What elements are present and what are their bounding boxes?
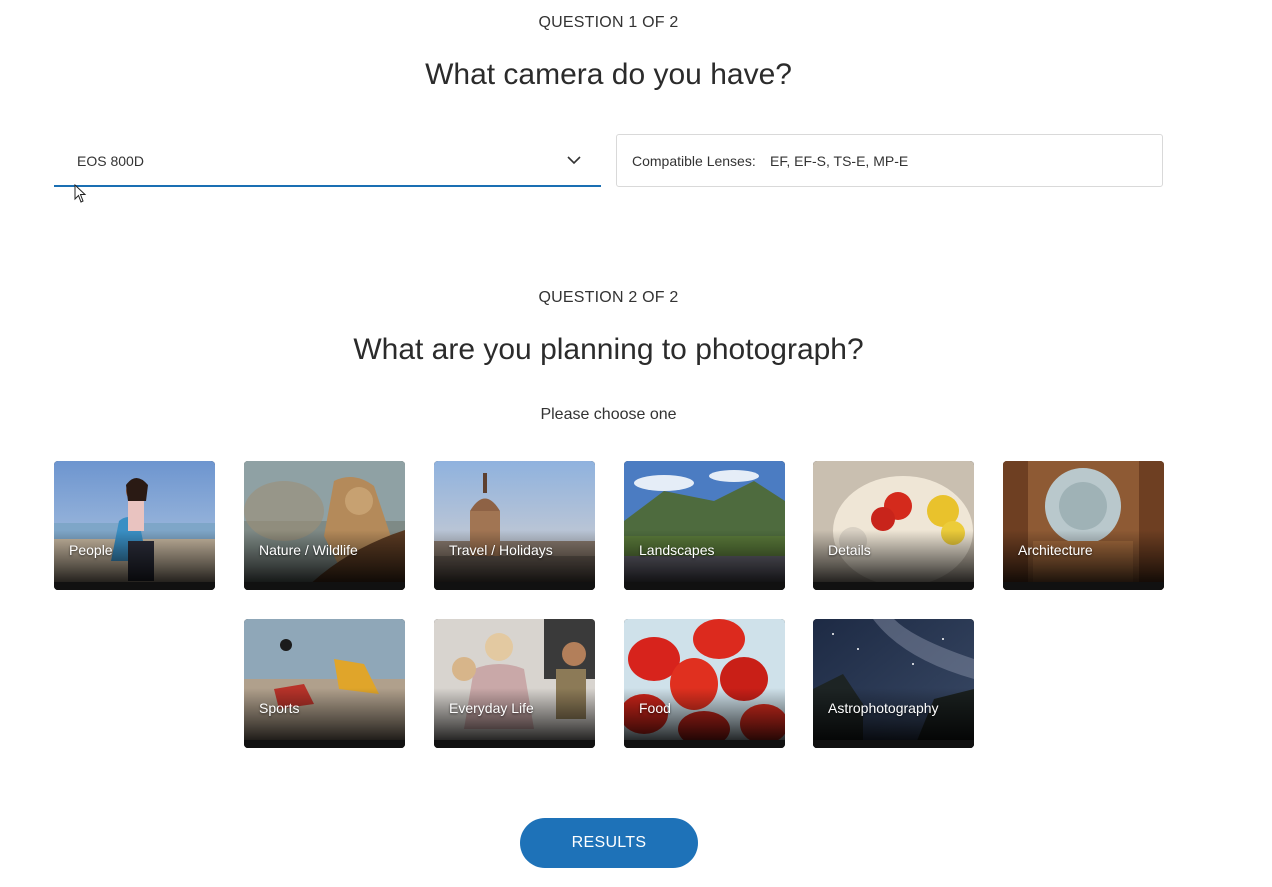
tile-shade xyxy=(813,530,974,590)
compatible-lenses-value: EF, EF-S, TS-E, MP-E xyxy=(770,153,909,169)
tile-footer-bar xyxy=(244,582,405,590)
category-tile-landscapes[interactable]: Landscapes xyxy=(624,461,785,590)
question-2-title: What are you planning to photograph? xyxy=(353,333,864,366)
camera-select[interactable]: EOS 800D xyxy=(54,135,601,187)
category-label: Nature / Wildlife xyxy=(259,542,358,558)
tile-footer-bar xyxy=(434,740,595,748)
tile-footer-bar xyxy=(624,582,785,590)
tile-shade xyxy=(434,530,595,590)
tile-footer-bar xyxy=(434,582,595,590)
tile-footer-bar xyxy=(54,582,215,590)
tile-shade xyxy=(624,688,785,748)
category-label: Details xyxy=(828,542,871,558)
tile-shade xyxy=(54,530,215,590)
category-tile-astrophotography[interactable]: Astrophotography xyxy=(813,619,974,748)
mouse-cursor-icon xyxy=(74,184,87,203)
question-2-eyebrow: QUESTION 2 OF 2 xyxy=(538,289,679,306)
tile-footer-bar xyxy=(813,740,974,748)
question-2-subtitle: Please choose one xyxy=(540,406,677,423)
category-tile-sports[interactable]: Sports xyxy=(244,619,405,748)
category-tile-travel-holidays[interactable]: Travel / Holidays xyxy=(434,461,595,590)
tile-shade xyxy=(244,688,405,748)
question-1-eyebrow: QUESTION 1 OF 2 xyxy=(538,14,679,31)
compatible-lenses-label: Compatible Lenses: xyxy=(632,153,756,169)
category-label: Architecture xyxy=(1018,542,1093,558)
category-tile-details[interactable]: Details xyxy=(813,461,974,590)
question-1-title: What camera do you have? xyxy=(425,58,792,91)
tile-shade xyxy=(813,688,974,748)
category-label: Landscapes xyxy=(639,542,715,558)
tile-shade xyxy=(434,688,595,748)
category-tile-people[interactable]: People xyxy=(54,461,215,590)
category-tile-everyday-life[interactable]: Everyday Life xyxy=(434,619,595,748)
compatible-lenses-box: Compatible Lenses: EF, EF-S, TS-E, MP-E xyxy=(616,134,1163,187)
category-label: People xyxy=(69,542,113,558)
tile-shade xyxy=(1003,530,1164,590)
category-label: Food xyxy=(639,700,671,716)
tile-footer-bar xyxy=(244,740,405,748)
tile-footer-bar xyxy=(624,740,785,748)
tile-footer-bar xyxy=(813,582,974,590)
category-tile-food[interactable]: Food xyxy=(624,619,785,748)
category-tile-nature-wildlife[interactable]: Nature / Wildlife xyxy=(244,461,405,590)
category-label: Everyday Life xyxy=(449,700,534,716)
chevron-down-icon xyxy=(567,156,581,165)
category-label: Travel / Holidays xyxy=(449,542,553,558)
category-tile-architecture[interactable]: Architecture xyxy=(1003,461,1164,590)
tile-shade xyxy=(244,530,405,590)
tile-shade xyxy=(624,530,785,590)
results-button[interactable]: RESULTS xyxy=(520,818,698,868)
camera-select-value: EOS 800D xyxy=(77,153,144,169)
category-label: Astrophotography xyxy=(828,700,939,716)
tile-footer-bar xyxy=(1003,582,1164,590)
category-label: Sports xyxy=(259,700,300,716)
